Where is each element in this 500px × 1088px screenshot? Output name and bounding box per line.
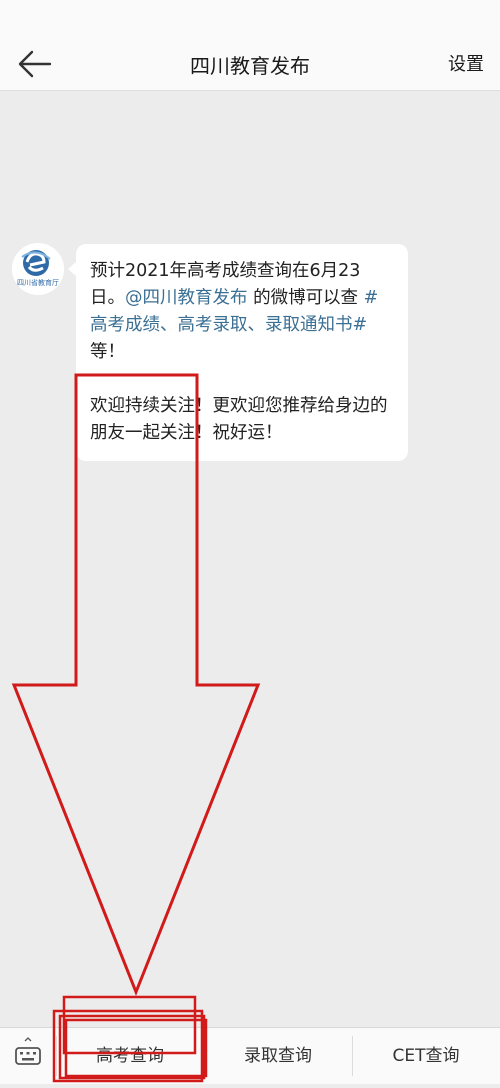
message-text: 的微博可以查: [247, 288, 364, 308]
annotation-overlay: [11, 373, 261, 1083]
message-paragraph-1: 预计2021年高考成绩查询在6月23日。@四川教育发布 的微博可以查 #高考成绩…: [90, 258, 394, 366]
mention-link[interactable]: @四川教育发布: [125, 288, 248, 308]
menu-cet-query[interactable]: CET查询: [352, 1028, 500, 1084]
keyboard-icon: [15, 1037, 41, 1065]
settings-button[interactable]: 设置: [448, 50, 484, 76]
message-bubble: 预计2021年高考成绩查询在6月23日。@四川教育发布 的微博可以查 #高考成绩…: [68, 244, 408, 461]
avatar[interactable]: 四川省教育厅: [12, 243, 64, 295]
avatar-caption: 四川省教育厅: [17, 278, 59, 287]
message-text: 等！: [90, 342, 125, 362]
top-bar: 四川教育发布 设置: [0, 0, 500, 91]
keyboard-toggle-button[interactable]: [0, 1028, 56, 1084]
annotation-arrow: [11, 373, 261, 997]
bubble-tail: [68, 262, 76, 276]
message-paragraph-2: 欢迎持续关注！更欢迎您推荐给身边的朋友一起关注！祝好运！: [90, 396, 388, 443]
menu-admission-query[interactable]: 录取查询: [204, 1028, 352, 1084]
page-title: 四川教育发布: [190, 54, 310, 78]
menu-gaokao-query[interactable]: 高考查询: [56, 1028, 204, 1084]
bottom-menu: 高考查询 录取查询 CET查询: [0, 1027, 500, 1084]
